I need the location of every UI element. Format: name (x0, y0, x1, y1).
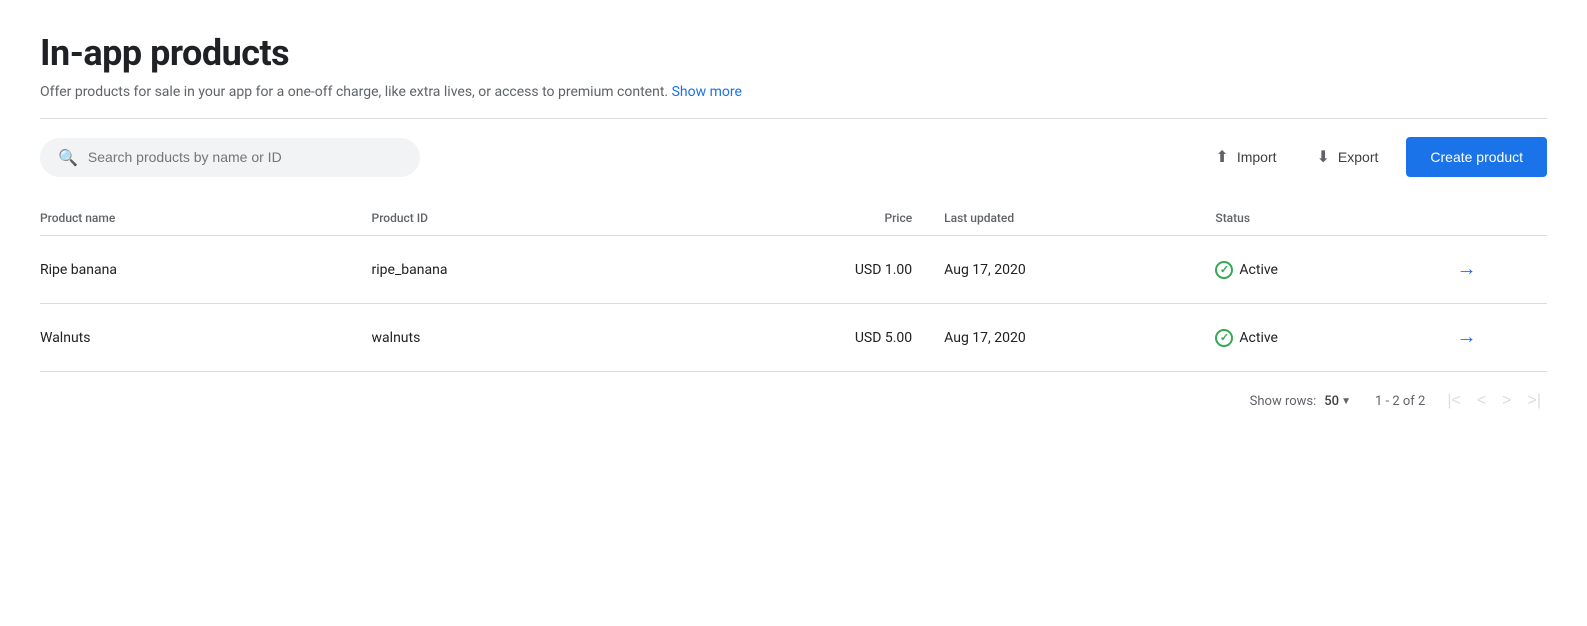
cell-status-0: ✓ Active (1215, 236, 1456, 304)
table-row[interactable]: Ripe banana ripe_banana USD 1.00 Aug 17,… (40, 236, 1547, 304)
import-icon: ⬆ (1215, 147, 1228, 167)
show-more-link[interactable]: Show more (672, 84, 742, 100)
status-text-1: Active (1239, 330, 1278, 346)
status-badge-1: ✓ Active (1215, 329, 1440, 347)
page-container: In-app products Offer products for sale … (0, 0, 1587, 446)
col-header-arrow (1457, 201, 1547, 236)
status-text-0: Active (1239, 262, 1278, 278)
rows-select[interactable]: 50 ▼ (1324, 394, 1351, 409)
table-body: Ripe banana ripe_banana USD 1.00 Aug 17,… (40, 236, 1547, 372)
first-page-button[interactable]: |< (1441, 388, 1467, 414)
row-arrow-button-1[interactable]: → (1457, 326, 1477, 349)
cell-arrow-0: → (1457, 236, 1547, 304)
cell-id-1: walnuts (372, 304, 704, 372)
cell-name-0: Ripe banana (40, 236, 372, 304)
subtitle-text: Offer products for sale in your app for … (40, 84, 668, 100)
rows-value: 50 (1324, 394, 1339, 409)
col-header-status: Status (1215, 201, 1456, 236)
toolbar: 🔍 ⬆ Import ⬇ Export Create product (40, 137, 1547, 177)
page-info: 1 - 2 of 2 (1375, 394, 1425, 409)
col-header-price: Price (703, 201, 944, 236)
check-circle-icon-0: ✓ (1215, 261, 1233, 279)
page-title: In-app products (40, 32, 1547, 74)
products-table: Product name Product ID Price Last updat… (40, 201, 1547, 372)
next-page-button[interactable]: > (1496, 388, 1517, 414)
cell-id-0: ripe_banana (372, 236, 704, 304)
prev-page-button[interactable]: < (1471, 388, 1492, 414)
divider-top (40, 118, 1547, 119)
last-page-button[interactable]: >| (1522, 388, 1548, 414)
cell-updated-1: Aug 17, 2020 (944, 304, 1215, 372)
create-product-button[interactable]: Create product (1406, 137, 1547, 177)
cell-name-1: Walnuts (40, 304, 372, 372)
cell-updated-0: Aug 17, 2020 (944, 236, 1215, 304)
cell-price-1: USD 5.00 (703, 304, 944, 372)
page-subtitle: Offer products for sale in your app for … (40, 84, 1547, 100)
cell-arrow-1: → (1457, 304, 1547, 372)
import-button[interactable]: ⬆ Import (1203, 139, 1288, 175)
col-header-id: Product ID (372, 201, 704, 236)
export-icon: ⬇ (1317, 147, 1330, 167)
col-header-name: Product name (40, 201, 372, 236)
col-header-updated: Last updated (944, 201, 1215, 236)
cell-status-1: ✓ Active (1215, 304, 1456, 372)
status-badge-0: ✓ Active (1215, 261, 1440, 279)
table-row[interactable]: Walnuts walnuts USD 5.00 Aug 17, 2020 ✓ … (40, 304, 1547, 372)
export-button[interactable]: ⬇ Export (1305, 139, 1391, 175)
import-label: Import (1237, 149, 1277, 165)
check-circle-icon-1: ✓ (1215, 329, 1233, 347)
cell-price-0: USD 1.00 (703, 236, 944, 304)
search-box[interactable]: 🔍 (40, 138, 420, 177)
pagination: Show rows: 50 ▼ 1 - 2 of 2 |< < > >| (40, 372, 1547, 422)
export-label: Export (1338, 149, 1378, 165)
row-arrow-button-0[interactable]: → (1457, 258, 1477, 281)
search-icon: 🔍 (58, 148, 78, 167)
rows-label: Show rows: (1250, 394, 1317, 409)
table-header: Product name Product ID Price Last updat… (40, 201, 1547, 236)
search-input[interactable] (88, 149, 402, 165)
rows-dropdown-arrow: ▼ (1341, 396, 1351, 407)
